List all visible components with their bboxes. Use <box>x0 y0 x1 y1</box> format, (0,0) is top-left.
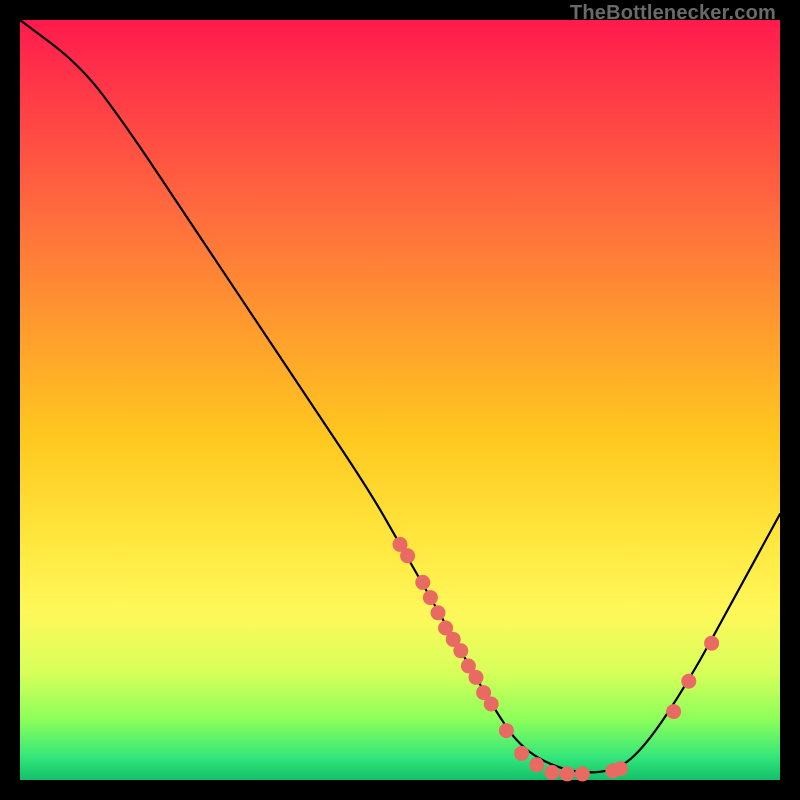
data-marker <box>499 724 513 738</box>
data-marker <box>401 549 415 563</box>
data-marker <box>545 765 559 779</box>
data-marker <box>454 644 468 658</box>
data-marker <box>613 762 627 776</box>
data-marker <box>560 767 574 781</box>
data-marker <box>469 670 483 684</box>
chart-svg <box>20 20 780 780</box>
data-marker <box>484 697 498 711</box>
data-marker <box>515 746 529 760</box>
data-marker <box>423 591 437 605</box>
data-marker <box>705 636 719 650</box>
chart-frame <box>20 20 780 780</box>
data-marker <box>575 767 589 781</box>
data-marker <box>431 606 445 620</box>
data-marker <box>530 758 544 772</box>
marker-group <box>393 537 719 781</box>
data-marker <box>667 705 681 719</box>
data-marker <box>416 575 430 589</box>
data-marker <box>682 674 696 688</box>
bottleneck-curve <box>20 20 780 772</box>
